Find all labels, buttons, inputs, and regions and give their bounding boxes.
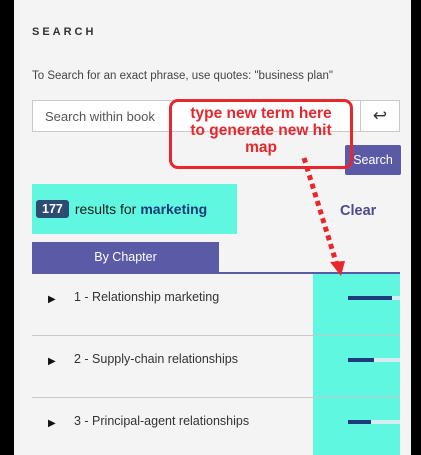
search-panel: SEARCH To Search for an exact phrase, us… — [14, 0, 411, 455]
arrow-shaft — [301, 157, 339, 263]
annotation-arrow — [301, 157, 345, 276]
arrow-head — [330, 261, 345, 276]
